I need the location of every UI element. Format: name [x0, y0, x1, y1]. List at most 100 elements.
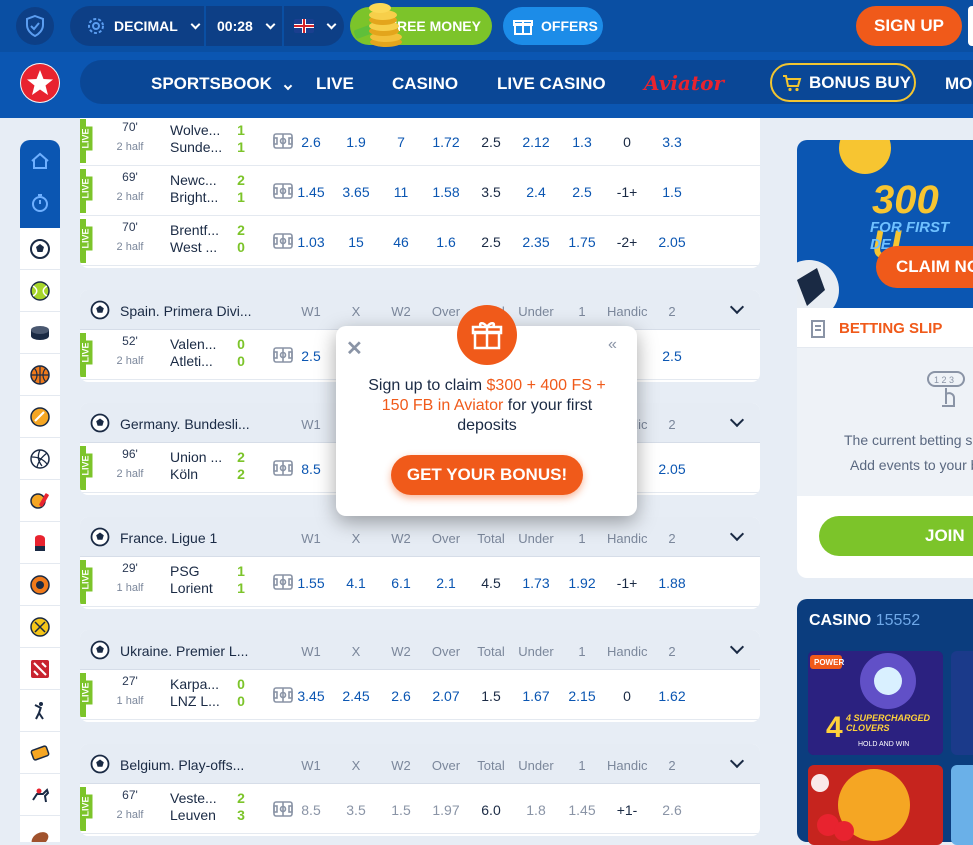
odds-cell[interactable]: 46 — [379, 234, 423, 250]
odds-cell[interactable]: 3.5 — [334, 802, 378, 818]
odds-cell[interactable]: 2.35 — [514, 234, 558, 250]
nav-sportsbook[interactable]: SPORTSBOOK — [151, 74, 292, 94]
casino-widget-title[interactable]: CASINO 15552 — [809, 612, 920, 630]
odds-cell[interactable]: 2.12 — [514, 134, 558, 150]
odds-cell[interactable]: 3.65 — [334, 184, 378, 200]
odds-cell[interactable]: 1.03 — [289, 234, 333, 250]
match-teams[interactable]: Union ... Köln — [170, 449, 222, 483]
odds-format-dropdown[interactable]: DECIMAL — [70, 6, 204, 46]
odds-cell[interactable]: 6.1 — [379, 575, 423, 591]
odds-cell[interactable]: 3.45 — [289, 688, 333, 704]
odds-cell[interactable]: 1.45 — [289, 184, 333, 200]
odds-cell[interactable]: 1.55 — [289, 575, 333, 591]
chevron-down-icon[interactable] — [729, 639, 745, 655]
language-dropdown[interactable] — [284, 6, 344, 46]
odds-cell[interactable]: 0 — [605, 688, 649, 704]
chevron-down-icon[interactable] — [729, 412, 745, 428]
security-shield-button[interactable] — [16, 7, 54, 45]
odds-cell[interactable]: 3.3 — [650, 134, 694, 150]
odds-cell[interactable]: 2.6 — [650, 802, 694, 818]
match-teams[interactable]: Veste... Leuven — [170, 790, 217, 824]
odds-cell[interactable]: 2.5 — [650, 348, 694, 364]
odds-cell[interactable]: -1+ — [605, 575, 649, 591]
login-button-edge[interactable] — [968, 6, 973, 46]
sidebar-item-cricket[interactable] — [20, 480, 60, 522]
chevron-down-icon[interactable] — [729, 299, 745, 315]
game-tile-partial[interactable] — [951, 651, 973, 755]
popup-collapse-button[interactable]: « — [608, 336, 617, 354]
sidebar-item-handball[interactable] — [20, 606, 60, 648]
match-teams[interactable]: Brentf... West ... — [170, 222, 219, 256]
sidebar-item-upcoming[interactable] — [20, 182, 60, 224]
odds-cell[interactable]: 2.6 — [289, 134, 333, 150]
odds-cell[interactable]: 8.5 — [289, 802, 333, 818]
sidebar-item-hockey[interactable] — [20, 312, 60, 354]
odds-cell[interactable]: 1.9 — [334, 134, 378, 150]
site-logo[interactable] — [20, 63, 60, 103]
match-teams[interactable]: Wolve... Sunde... — [170, 122, 222, 156]
sidebar-item-horse-racing[interactable] — [20, 774, 60, 816]
odds-cell[interactable]: 2.5 — [469, 134, 513, 150]
odds-cell[interactable]: 7 — [379, 134, 423, 150]
sidebar-item-golf[interactable] — [20, 690, 60, 732]
odds-cell[interactable]: -1+ — [605, 184, 649, 200]
odds-cell[interactable]: 1.73 — [514, 575, 558, 591]
odds-cell[interactable]: 2.5 — [560, 184, 604, 200]
nav-live[interactable]: LIVE — [316, 74, 354, 94]
game-tile-drops-partial[interactable] — [951, 765, 973, 845]
match-teams[interactable]: Karpa... LNZ L... — [170, 676, 220, 710]
sidebar-item-american-football[interactable] — [20, 396, 60, 438]
offers-button[interactable]: OFFERS — [503, 7, 603, 45]
odds-cell[interactable]: 2.6 — [379, 688, 423, 704]
odds-cell[interactable]: 2.5 — [469, 234, 513, 250]
odds-cell[interactable]: 1.3 — [560, 134, 604, 150]
odds-cell[interactable]: 2.4 — [514, 184, 558, 200]
odds-cell[interactable]: 1.5 — [469, 688, 513, 704]
game-tile-supercharged-clovers[interactable]: POWER 4 4 SUPERCHARGED CLOVERS HOLD AND … — [808, 651, 943, 755]
match-row[interactable]: LIVE 29' 1 half PSG Lorient 1 1 1.55 4.1 6.1 2.1 4.… — [80, 557, 760, 607]
odds-cell[interactable]: 15 — [334, 234, 378, 250]
odds-cell[interactable]: 4.5 — [469, 575, 513, 591]
odds-cell[interactable]: 1.72 — [424, 134, 468, 150]
odds-cell[interactable]: 4.1 — [334, 575, 378, 591]
odds-cell[interactable]: 1.6 — [424, 234, 468, 250]
match-teams[interactable]: Newc... Bright... — [170, 172, 218, 206]
odds-cell[interactable]: 3.5 — [469, 184, 513, 200]
match-row[interactable]: LIVE 70' 2 half Wolve... Sunde... 1 1 2.6 1.9 7 1.… — [80, 118, 760, 166]
league-header[interactable]: Ukraine. Premier L... W1 X W2 Over Total Under… — [80, 630, 760, 670]
nav-casino[interactable]: CASINO — [392, 74, 458, 94]
odds-cell[interactable]: 2.05 — [650, 234, 694, 250]
sidebar-item-tennis[interactable] — [20, 270, 60, 312]
league-header[interactable]: France. Ligue 1 W1 X W2 Over Total Under 1 Handi… — [80, 517, 760, 557]
nav-more[interactable]: MO — [945, 74, 972, 94]
join-button[interactable]: JOIN — [819, 516, 973, 556]
popup-close-button[interactable]: ✕ — [346, 336, 363, 361]
odds-cell[interactable]: 2.5 — [289, 348, 333, 364]
odds-cell[interactable]: 1.75 — [560, 234, 604, 250]
odds-cell[interactable]: 2.07 — [424, 688, 468, 704]
odds-cell[interactable]: 6.0 — [469, 802, 513, 818]
odds-cell[interactable]: 2.15 — [560, 688, 604, 704]
odds-cell[interactable]: 1.8 — [514, 802, 558, 818]
sidebar-item-esports[interactable] — [20, 564, 60, 606]
match-row[interactable]: LIVE 27' 1 half Karpa... LNZ L... 0 0 3.45 2.45 2… — [80, 670, 760, 720]
odds-cell[interactable]: 1.45 — [560, 802, 604, 818]
nav-aviator[interactable]: Aviator — [644, 71, 724, 95]
sidebar-item-futsal[interactable] — [20, 732, 60, 774]
odds-cell[interactable]: 1.62 — [650, 688, 694, 704]
odds-cell[interactable]: 1.5 — [650, 184, 694, 200]
chevron-down-icon[interactable] — [729, 526, 745, 542]
claim-now-button[interactable]: CLAIM NO — [876, 246, 973, 288]
odds-cell[interactable]: 1.58 — [424, 184, 468, 200]
odds-cell[interactable]: -2+ — [605, 234, 649, 250]
match-row[interactable]: LIVE 69' 2 half Newc... Bright... 2 1 1.45 3.65 1… — [80, 166, 760, 216]
sidebar-item-boxing[interactable] — [20, 522, 60, 564]
league-header[interactable]: Belgium. Play-offs... W1 X W2 Over Total Under… — [80, 744, 760, 784]
odds-cell[interactable]: 2.1 — [424, 575, 468, 591]
odds-cell[interactable]: +1- — [605, 802, 649, 818]
odds-cell[interactable]: 8.5 — [289, 461, 333, 477]
sign-up-button[interactable]: SIGN UP — [856, 6, 962, 46]
odds-cell[interactable]: 0 — [605, 134, 649, 150]
sidebar-item-volleyball[interactable] — [20, 438, 60, 480]
nav-live-casino[interactable]: LIVE CASINO — [497, 74, 606, 94]
